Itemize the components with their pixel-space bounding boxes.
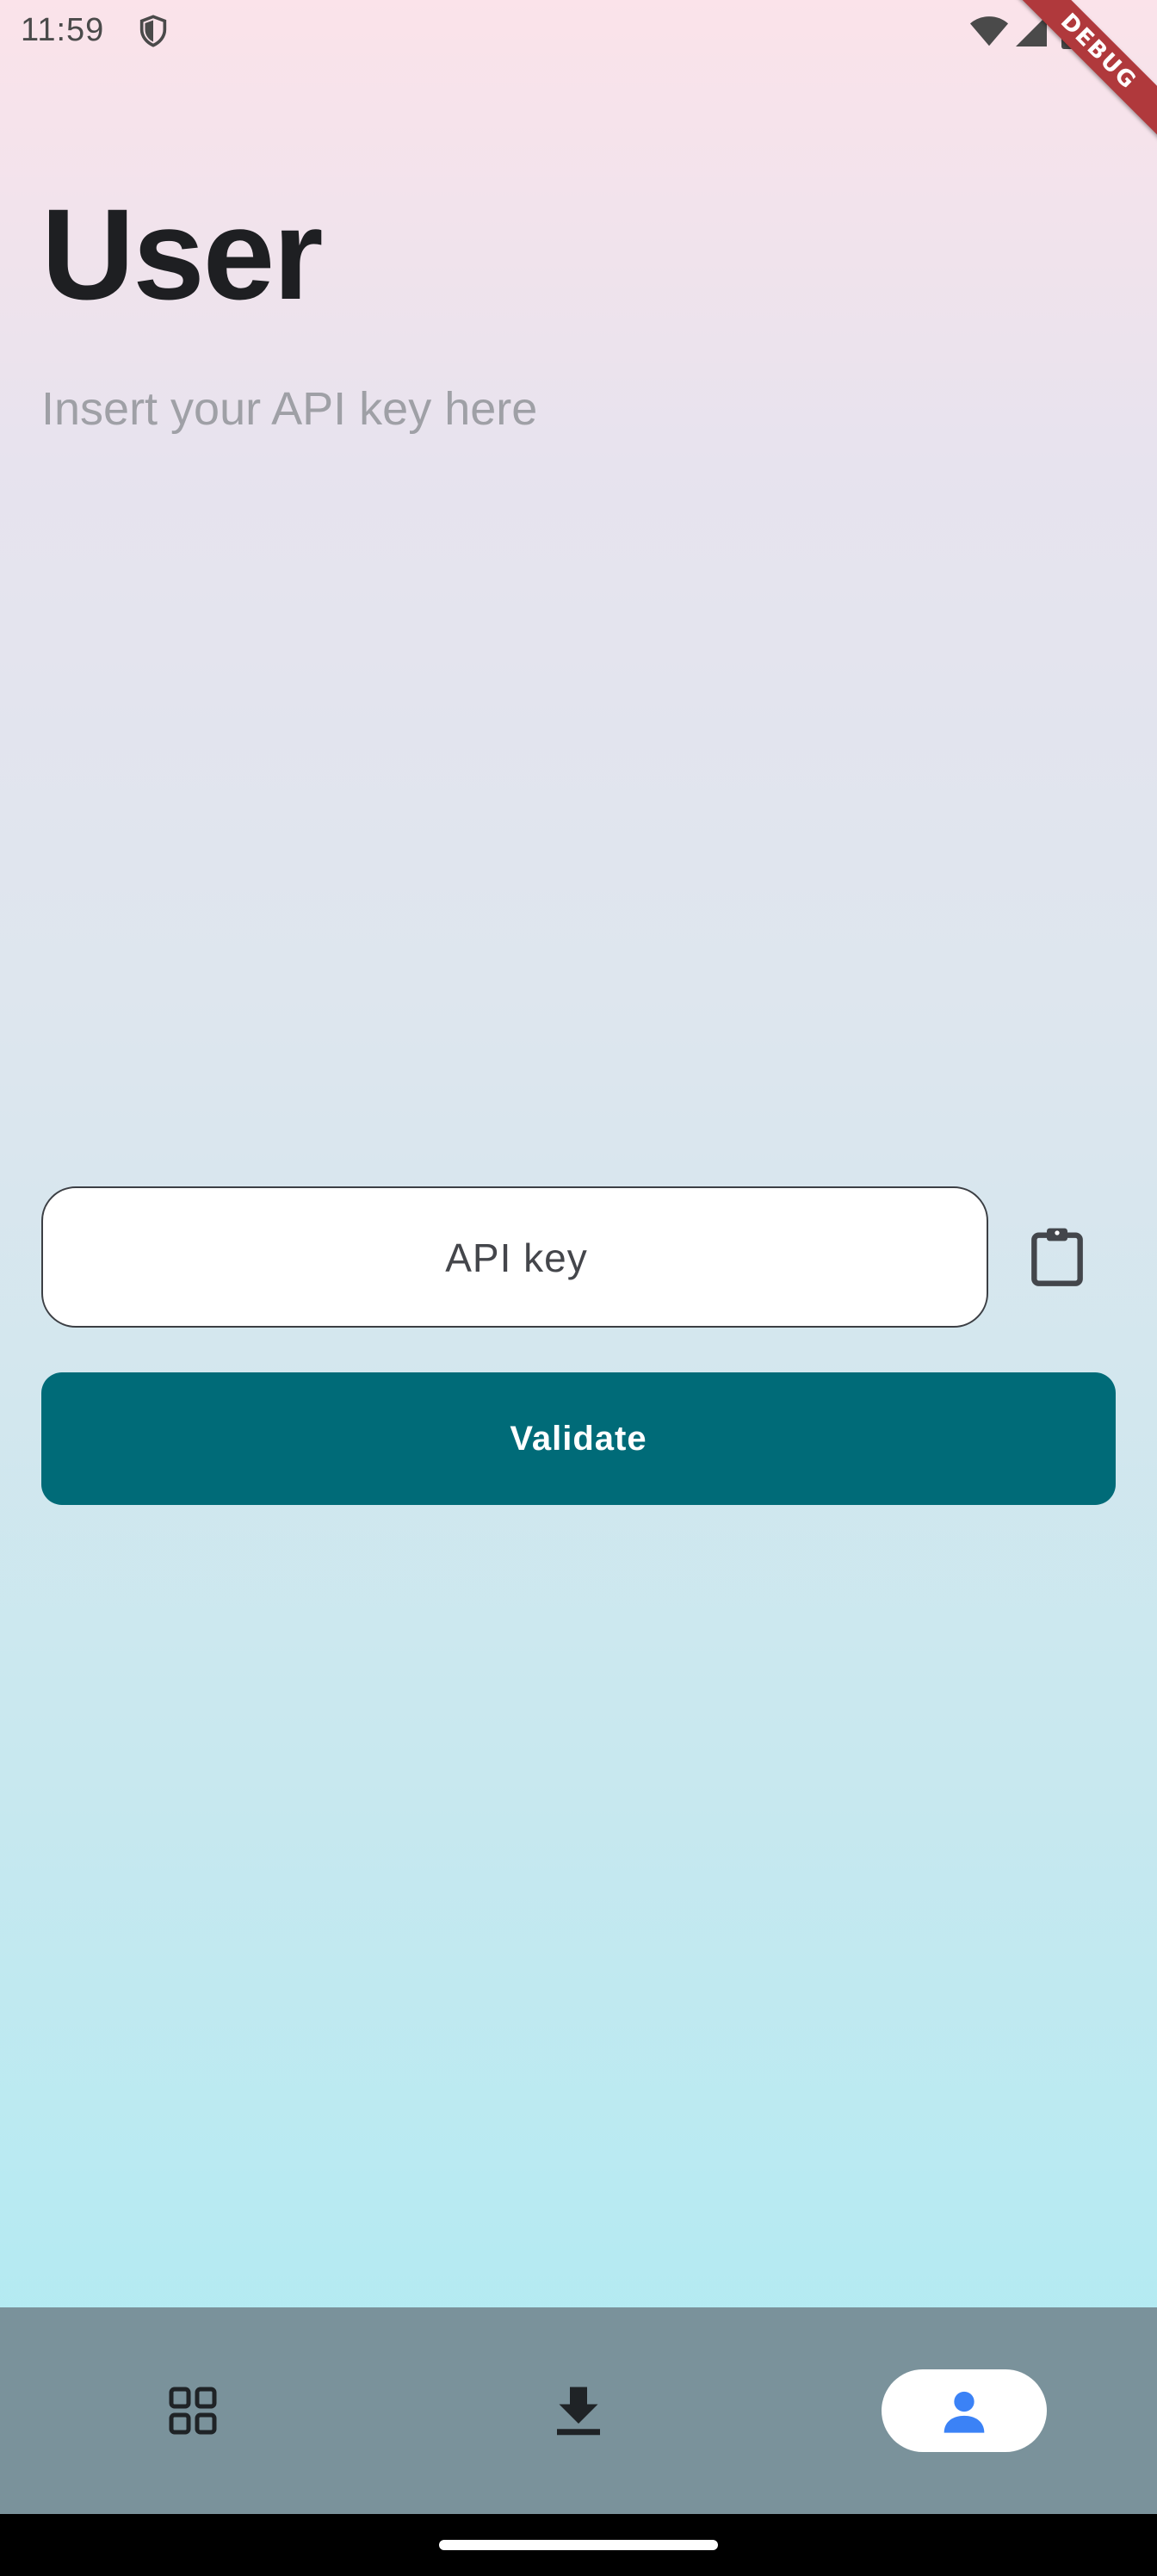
api-key-field[interactable] — [41, 1186, 990, 1328]
user-icon — [944, 2391, 985, 2433]
nav-item-grid[interactable] — [152, 2369, 234, 2452]
nav-item-user[interactable] — [882, 2369, 1047, 2452]
clipboard-icon — [1031, 1228, 1083, 1286]
status-bar: 11:59 — [0, 0, 1157, 62]
gesture-handle[interactable] — [439, 2540, 718, 2550]
api-key-input[interactable] — [43, 1188, 990, 1328]
bottom-nav — [0, 2307, 1157, 2514]
download-icon — [557, 2387, 600, 2436]
page-subtitle: Insert your API key here — [41, 383, 538, 435]
validate-button[interactable]: Validate — [41, 1372, 1116, 1505]
shield-icon — [139, 15, 167, 47]
paste-button[interactable] — [1016, 1216, 1098, 1298]
wifi-icon — [969, 16, 1009, 46]
gesture-area — [0, 2514, 1157, 2576]
nav-item-download[interactable] — [537, 2369, 620, 2452]
page-title: User — [41, 182, 324, 326]
screen: 11:59 DEBUG User Insert your API key her… — [0, 0, 1157, 2576]
grid-icon — [169, 2387, 217, 2435]
status-time: 11:59 — [21, 12, 105, 48]
